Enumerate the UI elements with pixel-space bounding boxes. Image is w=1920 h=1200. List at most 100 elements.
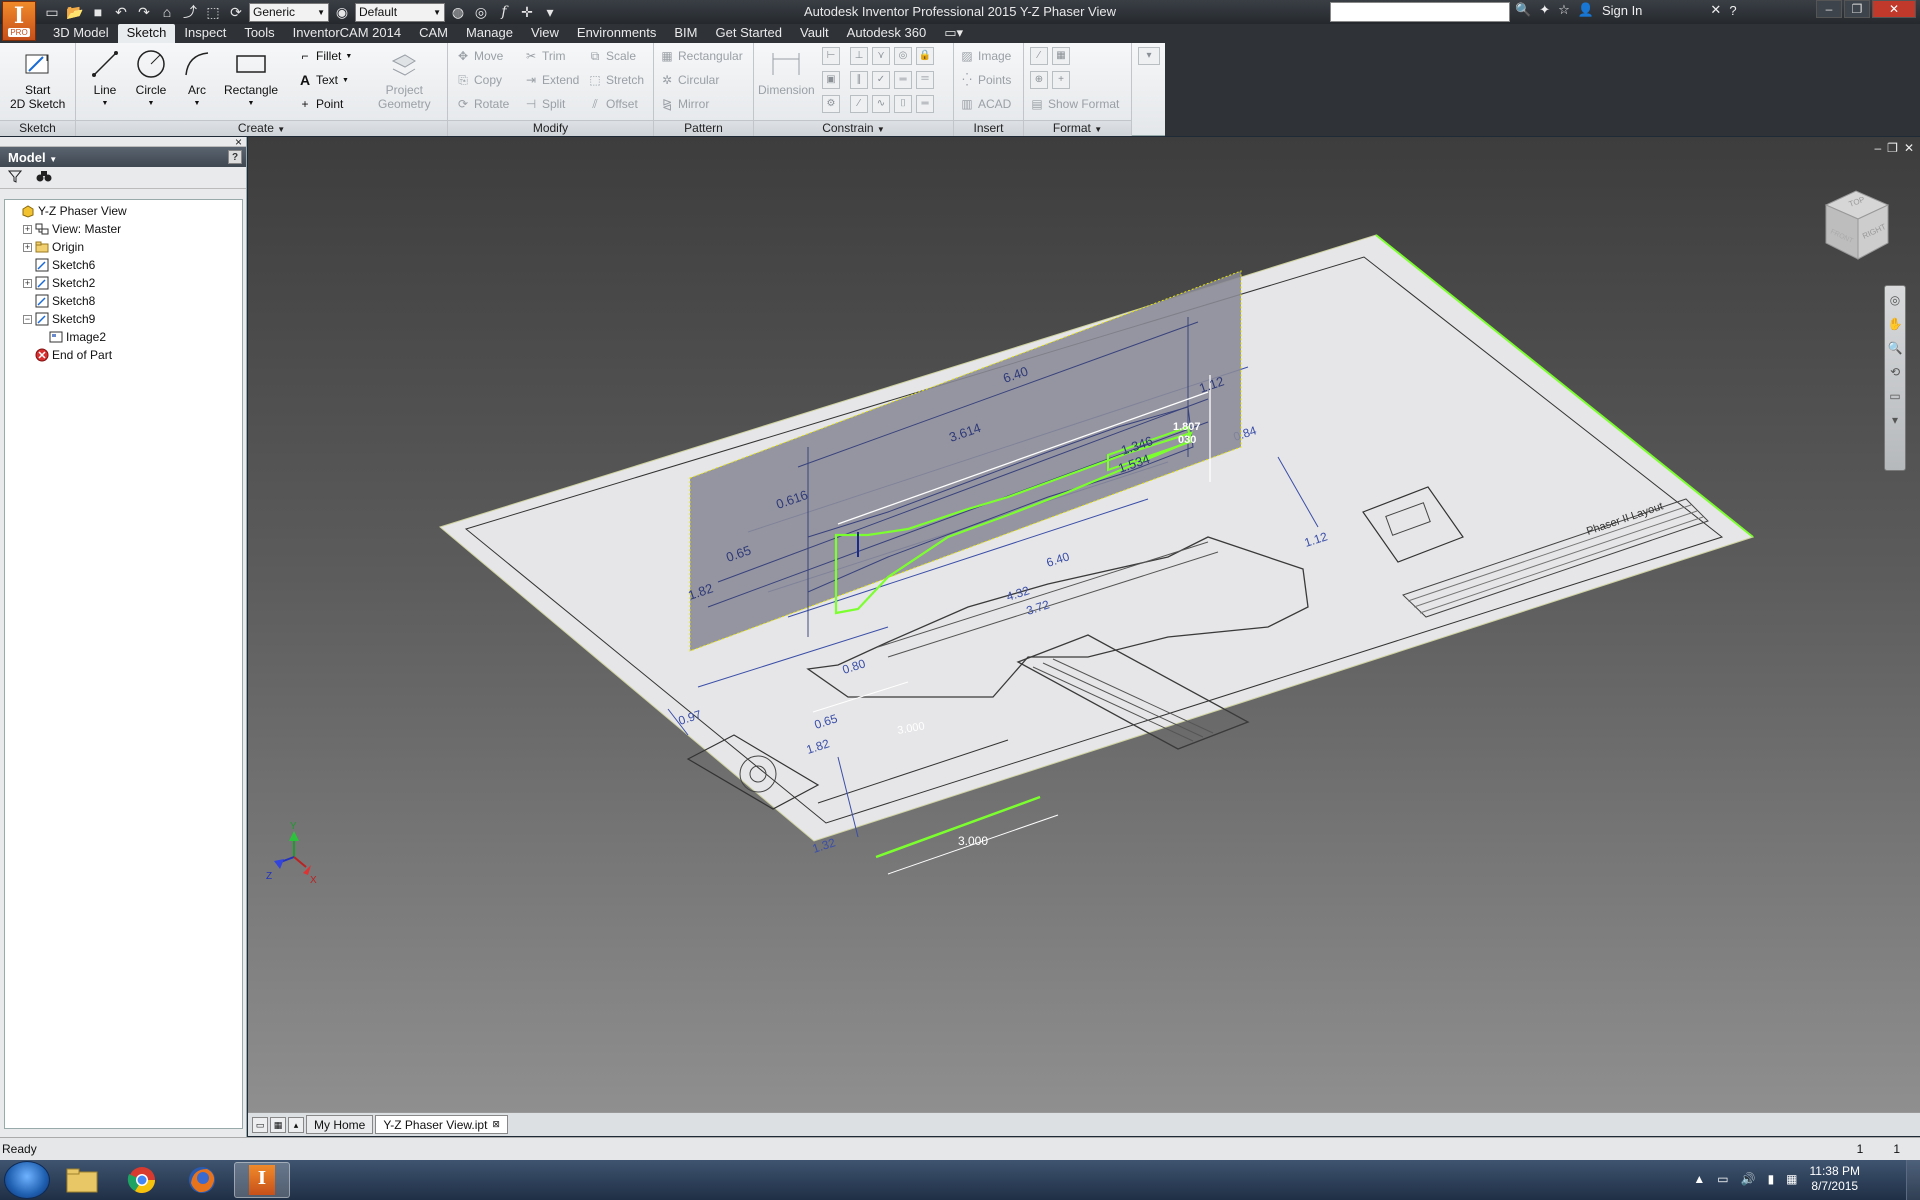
- copy-button[interactable]: ⎘ Copy: [456, 73, 502, 88]
- finish-sketch-icon[interactable]: ▾: [1138, 47, 1160, 65]
- mirror-button[interactable]: ⧎ Mirror: [660, 97, 709, 111]
- rotate-button[interactable]: ⟳ Rotate: [456, 97, 509, 111]
- network-icon[interactable]: ▦: [1786, 1172, 1797, 1186]
- circle-button[interactable]: Circle ▼: [134, 47, 168, 111]
- tree-node[interactable]: + View: Master: [5, 220, 242, 238]
- tree-node[interactable]: Image2: [5, 328, 242, 346]
- tile-vertical-icon[interactable]: ▦: [270, 1116, 286, 1133]
- coincident-icon[interactable]: ✓: [872, 71, 890, 89]
- browser-help-icon[interactable]: ?: [228, 150, 242, 164]
- tree-node[interactable]: End of Part: [5, 346, 242, 364]
- dimension-button[interactable]: Dimension: [758, 47, 815, 97]
- customize-icon[interactable]: ▾: [540, 2, 560, 22]
- expand-icon[interactable]: +: [23, 278, 32, 288]
- centerline-icon[interactable]: ▦: [1052, 47, 1070, 65]
- maximize-button[interactable]: ❐: [1844, 0, 1870, 18]
- search-input[interactable]: [1330, 2, 1510, 22]
- ribbon-tab-inspect[interactable]: Inspect: [175, 24, 235, 43]
- ribbon-tab-sketch[interactable]: Sketch: [117, 24, 176, 43]
- volume-icon[interactable]: 🔊: [1741, 1172, 1756, 1186]
- start-button[interactable]: [4, 1161, 50, 1199]
- circular-pattern-button[interactable]: ✲ Circular: [660, 73, 719, 87]
- browser-close-button[interactable]: ×: [235, 135, 242, 149]
- add-icon[interactable]: ✛: [517, 2, 537, 22]
- auto-dimension-icon[interactable]: ⊢: [822, 47, 840, 65]
- text-button[interactable]: A Text ▼: [298, 72, 349, 88]
- smooth-icon[interactable]: ∿: [872, 95, 890, 113]
- undo-icon[interactable]: ↶: [111, 2, 131, 22]
- show-desktop-button[interactable]: [1906, 1160, 1920, 1200]
- collapse-icon[interactable]: −: [23, 314, 32, 324]
- vertical-icon[interactable]: ═: [916, 95, 934, 113]
- look-at-icon[interactable]: ▭: [1887, 388, 1903, 404]
- pan-icon[interactable]: ✋: [1887, 316, 1903, 332]
- trim-button[interactable]: ✂ Trim: [524, 49, 566, 63]
- point-button[interactable]: + Point: [298, 97, 343, 111]
- start-2d-sketch-button[interactable]: Start 2D Sketch: [10, 47, 65, 111]
- tree-node[interactable]: − Sketch9: [5, 310, 242, 328]
- taskbar-firefox[interactable]: [174, 1162, 230, 1198]
- browser-header[interactable]: Model ▼ ?: [0, 147, 246, 167]
- ribbon-tab-inventorcam-2014[interactable]: InventorCAM 2014: [284, 24, 410, 43]
- clear-icon[interactable]: ◎: [471, 2, 491, 22]
- ribbon-tab-environments[interactable]: Environments: [568, 24, 665, 43]
- parallel-icon[interactable]: ∥: [850, 71, 868, 89]
- ribbon-tab-3d-model[interactable]: 3D Model: [44, 24, 118, 43]
- split-button[interactable]: ⊣ Split: [524, 97, 566, 111]
- return-icon[interactable]: ⤴: [180, 2, 200, 22]
- fillet-button[interactable]: ⌐ Fillet ▼: [298, 49, 352, 63]
- rectangular-pattern-button[interactable]: ▦ Rectangular: [660, 49, 742, 63]
- ribbon-options-icon[interactable]: ▭▾: [935, 24, 972, 43]
- close-tab-icon[interactable]: ⊠: [492, 1119, 500, 1130]
- taskbar-chrome[interactable]: [114, 1162, 170, 1198]
- driven-dimension-icon[interactable]: +: [1052, 71, 1070, 89]
- taskbar-explorer[interactable]: [54, 1162, 110, 1198]
- viewport-minimize-button[interactable]: –: [1874, 141, 1881, 155]
- expand-icon[interactable]: +: [23, 224, 32, 234]
- browser-grip[interactable]: ×: [0, 135, 246, 149]
- horizontal-icon[interactable]: ═: [894, 71, 912, 89]
- minimize-button[interactable]: –: [1816, 0, 1842, 18]
- nav-customize-icon[interactable]: ▾: [1887, 412, 1903, 428]
- tray-expand-icon[interactable]: ▲: [1693, 1172, 1705, 1186]
- collinear-icon[interactable]: ⁄: [850, 95, 868, 113]
- home-icon[interactable]: ⌂: [157, 2, 177, 22]
- tree-node[interactable]: Y-Z Phaser View: [5, 202, 242, 220]
- filter-icon[interactable]: [7, 169, 23, 186]
- ribbon-tab-view[interactable]: View: [522, 24, 568, 43]
- extend-button[interactable]: ⇥ Extend: [524, 73, 579, 87]
- orbit-icon[interactable]: ⟲: [1887, 364, 1903, 380]
- panel-title-constrain[interactable]: Constrain ▼: [754, 120, 953, 136]
- tree-node[interactable]: + Sketch2: [5, 274, 242, 292]
- graphics-window[interactable]: Phaser II Layout 6.40 4.32 3.72 0.80 0.6…: [248, 137, 1920, 1112]
- move-button[interactable]: ✥ Move: [456, 49, 503, 63]
- offset-button[interactable]: ⫽ Offset: [588, 97, 637, 112]
- tile-horizontal-icon[interactable]: ▭: [252, 1116, 268, 1133]
- search-icon[interactable]: 🔍: [1515, 2, 1531, 18]
- ribbon-tab-bim[interactable]: BIM: [665, 24, 706, 43]
- viewport-restore-button[interactable]: ❐: [1887, 141, 1898, 155]
- show-format-button[interactable]: ▤ Show Format: [1030, 97, 1119, 111]
- tree-node[interactable]: Sketch8: [5, 292, 242, 310]
- construction-icon[interactable]: ⁄: [1030, 47, 1048, 65]
- favorites-icon[interactable]: ☆: [1558, 2, 1570, 18]
- appearance-dropdown[interactable]: Default ▼: [355, 2, 445, 22]
- center-point-icon[interactable]: ⊕: [1030, 71, 1048, 89]
- tree-node[interactable]: + Origin: [5, 238, 242, 256]
- tangent-icon[interactable]: ⋎: [872, 47, 890, 65]
- symmetric-icon[interactable]: ⌷: [894, 95, 912, 113]
- ribbon-tab-tools[interactable]: Tools: [235, 24, 283, 43]
- insert-image-button[interactable]: ▨ Image: [960, 49, 1011, 63]
- new-icon[interactable]: ▭: [42, 2, 62, 22]
- ribbon-tab-get-started[interactable]: Get Started: [707, 24, 791, 43]
- close-button[interactable]: ✕: [1872, 0, 1916, 18]
- steering-wheel-icon[interactable]: ◎: [1887, 292, 1903, 308]
- save-icon[interactable]: ■: [88, 2, 108, 22]
- ribbon-tab-manage[interactable]: Manage: [457, 24, 522, 43]
- ribbon-tab-vault[interactable]: Vault: [791, 24, 838, 43]
- taskbar-clock[interactable]: 11:38 PM 8/7/2015: [1810, 1164, 1860, 1194]
- insert-acad-button[interactable]: ▥ ACAD: [960, 97, 1011, 111]
- equal-icon[interactable]: ＝: [916, 71, 934, 89]
- rectangle-button[interactable]: Rectangle ▼: [224, 47, 278, 111]
- perpendicular-icon[interactable]: ⊥: [850, 47, 868, 65]
